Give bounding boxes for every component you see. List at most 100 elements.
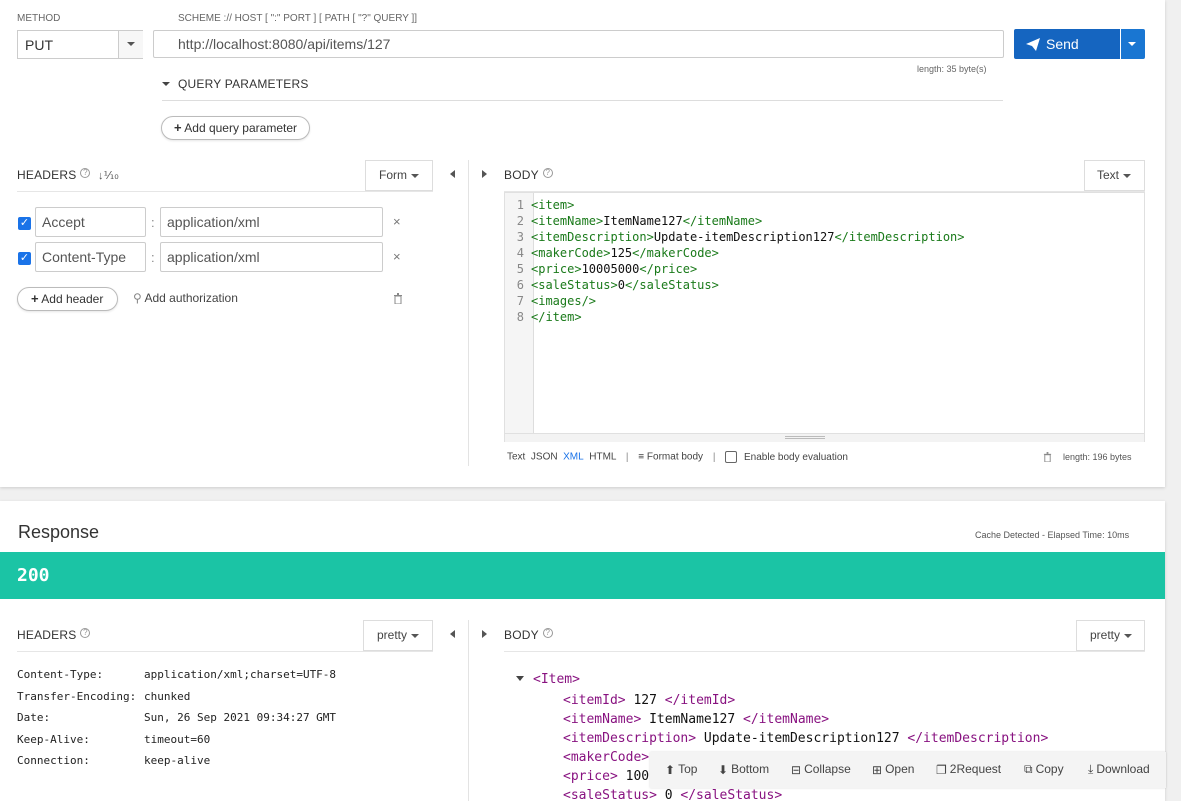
query-params-label: QUERY PARAMETERS bbox=[178, 77, 309, 91]
header-enabled-checkbox[interactable]: ✓ bbox=[18, 252, 31, 265]
body-length: length: 196 bytes bbox=[1063, 452, 1132, 462]
panel-splitter[interactable] bbox=[468, 620, 469, 801]
body-editor[interactable]: 1 <item> 2 <itemName>ItemName127</itemName>… bbox=[504, 192, 1145, 442]
open-button[interactable]: ⊞ Open bbox=[872, 762, 914, 777]
header-value: timeout=60 bbox=[144, 732, 211, 746]
response-header-row: Content-Type: application/xml;charset=UTF… bbox=[17, 668, 336, 690]
copy-to-request-icon: ❐ bbox=[936, 762, 947, 777]
format-body-button[interactable]: ≡ Format body bbox=[638, 452, 703, 463]
help-icon[interactable]: ? bbox=[80, 628, 91, 638]
line-number: 1 bbox=[516, 198, 524, 212]
xml-text: 0 bbox=[617, 278, 625, 292]
arrow-up-circle-icon: ⬆ bbox=[665, 762, 676, 777]
copy-button[interactable]: ⧉ Copy bbox=[1024, 762, 1064, 777]
close-icon[interactable]: × bbox=[393, 214, 401, 229]
code-line: 3 <itemDescription>Update-itemDescription… bbox=[505, 229, 1105, 245]
code-line: 8 </item> bbox=[505, 309, 1105, 325]
xml-close-tag: </itemName> bbox=[743, 712, 830, 727]
headers-divider bbox=[17, 191, 433, 192]
minus-square-icon: ⊟ bbox=[791, 762, 802, 777]
collapse-label: Collapse bbox=[804, 762, 851, 776]
response-headers-mode-value: pretty bbox=[377, 628, 408, 642]
add-query-param-button[interactable]: + Add query parameter bbox=[161, 116, 310, 140]
close-icon[interactable]: × bbox=[393, 249, 401, 264]
help-icon[interactable]: ? bbox=[542, 628, 553, 638]
line-number: 6 bbox=[516, 278, 524, 292]
xml-tag: <saleStatus> bbox=[531, 278, 618, 292]
line-number: 2 bbox=[516, 214, 524, 228]
response-body-title: BODY? bbox=[504, 628, 553, 642]
headers-label: HEADERS bbox=[17, 628, 77, 642]
code-line: 7 <images/> bbox=[505, 293, 1105, 309]
header-enabled-checkbox[interactable]: ✓ bbox=[18, 217, 31, 230]
header-name: Date: bbox=[17, 711, 51, 724]
collapse-left-arrow[interactable] bbox=[450, 630, 455, 638]
collapse-right-arrow[interactable] bbox=[482, 630, 487, 638]
body-mode-select[interactable]: Text bbox=[1084, 160, 1145, 191]
bottom-button[interactable]: ⬇ Bottom bbox=[718, 762, 769, 777]
download-label: Download bbox=[1096, 762, 1150, 776]
header-value-input[interactable]: application/xml bbox=[160, 242, 383, 272]
header-name: Connection: bbox=[17, 754, 90, 767]
xml-node: <itemName> ItemName127 </itemName> bbox=[563, 710, 1048, 729]
arrow-down-circle-icon: ⬇ bbox=[718, 762, 729, 777]
header-value-input[interactable]: application/xml bbox=[160, 207, 383, 237]
header-value: chunked bbox=[144, 689, 191, 703]
response-body-mode-select[interactable]: pretty bbox=[1076, 620, 1145, 651]
cache-info: Cache Detected - Elapsed Time: 10ms bbox=[975, 530, 1130, 540]
format-xml[interactable]: XML bbox=[563, 452, 584, 463]
header-name-input[interactable]: Content-Type bbox=[35, 242, 146, 272]
headers-mode-select[interactable]: Form bbox=[365, 160, 433, 191]
status-bar: 200 bbox=[0, 552, 1165, 599]
xml-text: 10005000 bbox=[581, 262, 640, 276]
to-request-button[interactable]: ❐ 2Request bbox=[936, 762, 1001, 777]
xml-close-tag: </itemDescription> bbox=[907, 731, 1049, 746]
method-dropdown-toggle[interactable] bbox=[118, 31, 143, 58]
format-json[interactable]: JSON bbox=[531, 452, 558, 463]
help-icon[interactable]: ? bbox=[542, 168, 553, 178]
download-button[interactable]: ⤓ Download bbox=[1088, 762, 1150, 777]
response-body-mode-value: pretty bbox=[1090, 628, 1121, 642]
request-header-row: ✓ Content-Type : application/xml × bbox=[17, 242, 407, 272]
download-icon: ⤓ bbox=[1088, 762, 1094, 777]
top-button[interactable]: ⬆ Top bbox=[665, 762, 697, 777]
format-body-label: Format body bbox=[646, 451, 704, 463]
trash-icon[interactable] bbox=[1043, 452, 1052, 462]
collapse-right-arrow[interactable] bbox=[482, 170, 487, 178]
editor-resize-handle[interactable] bbox=[505, 433, 1144, 442]
trash-icon[interactable] bbox=[393, 293, 403, 304]
method-select[interactable]: PUT bbox=[17, 30, 143, 59]
sort-icon[interactable]: ↓⅒ bbox=[98, 170, 119, 182]
header-name-input[interactable]: Accept bbox=[35, 207, 146, 237]
collapse-button[interactable]: ⊟ Collapse bbox=[791, 762, 851, 777]
body-format-bar: Text JSON XML HTML | ≡ Format body | Ena… bbox=[507, 451, 848, 463]
query-params-toggle[interactable]: QUERY PARAMETERS bbox=[162, 77, 1003, 101]
xml-text: 125 bbox=[610, 246, 633, 260]
xml-tree-toggle[interactable] bbox=[516, 676, 524, 681]
collapse-left-arrow[interactable] bbox=[450, 170, 455, 178]
xml-node: <itemDescription> Update-itemDescription… bbox=[563, 729, 1048, 748]
response-header-row: Transfer-Encoding: chunked bbox=[17, 690, 336, 712]
response-headers-mode-select[interactable]: pretty bbox=[363, 620, 433, 651]
header-name-value: Accept bbox=[42, 214, 85, 230]
align-icon: ≡ bbox=[638, 451, 645, 463]
header-value: Sun, 26 Sep 2021 09:34:27 GMT bbox=[144, 711, 337, 724]
format-html[interactable]: HTML bbox=[589, 452, 616, 463]
add-authorization-link[interactable]: ⚲ Add authorization bbox=[133, 291, 238, 305]
add-header-button[interactable]: + Add header bbox=[17, 287, 118, 311]
url-input[interactable]: http://localhost:8080/api/items/127 bbox=[153, 30, 1004, 58]
request-headers-title: HEADERS? ↓⅒ bbox=[17, 168, 119, 182]
response-header-row: Date: Sun, 26 Sep 2021 09:34:27 GMT bbox=[17, 711, 336, 733]
xml-value: 127 bbox=[625, 693, 665, 708]
format-text[interactable]: Text bbox=[507, 452, 525, 463]
body-mode-value: Text bbox=[1097, 168, 1120, 182]
send-options-toggle[interactable] bbox=[1121, 29, 1145, 59]
xml-tag: </itemName> bbox=[682, 214, 763, 228]
url-value: http://localhost:8080/api/items/127 bbox=[178, 36, 391, 52]
enable-eval-checkbox[interactable] bbox=[725, 451, 738, 463]
help-icon[interactable]: ? bbox=[80, 168, 91, 178]
panel-splitter[interactable] bbox=[468, 160, 469, 466]
send-button[interactable]: Send bbox=[1014, 29, 1120, 59]
chevron-down-icon bbox=[1128, 42, 1136, 46]
method-label: METHOD bbox=[17, 13, 61, 24]
